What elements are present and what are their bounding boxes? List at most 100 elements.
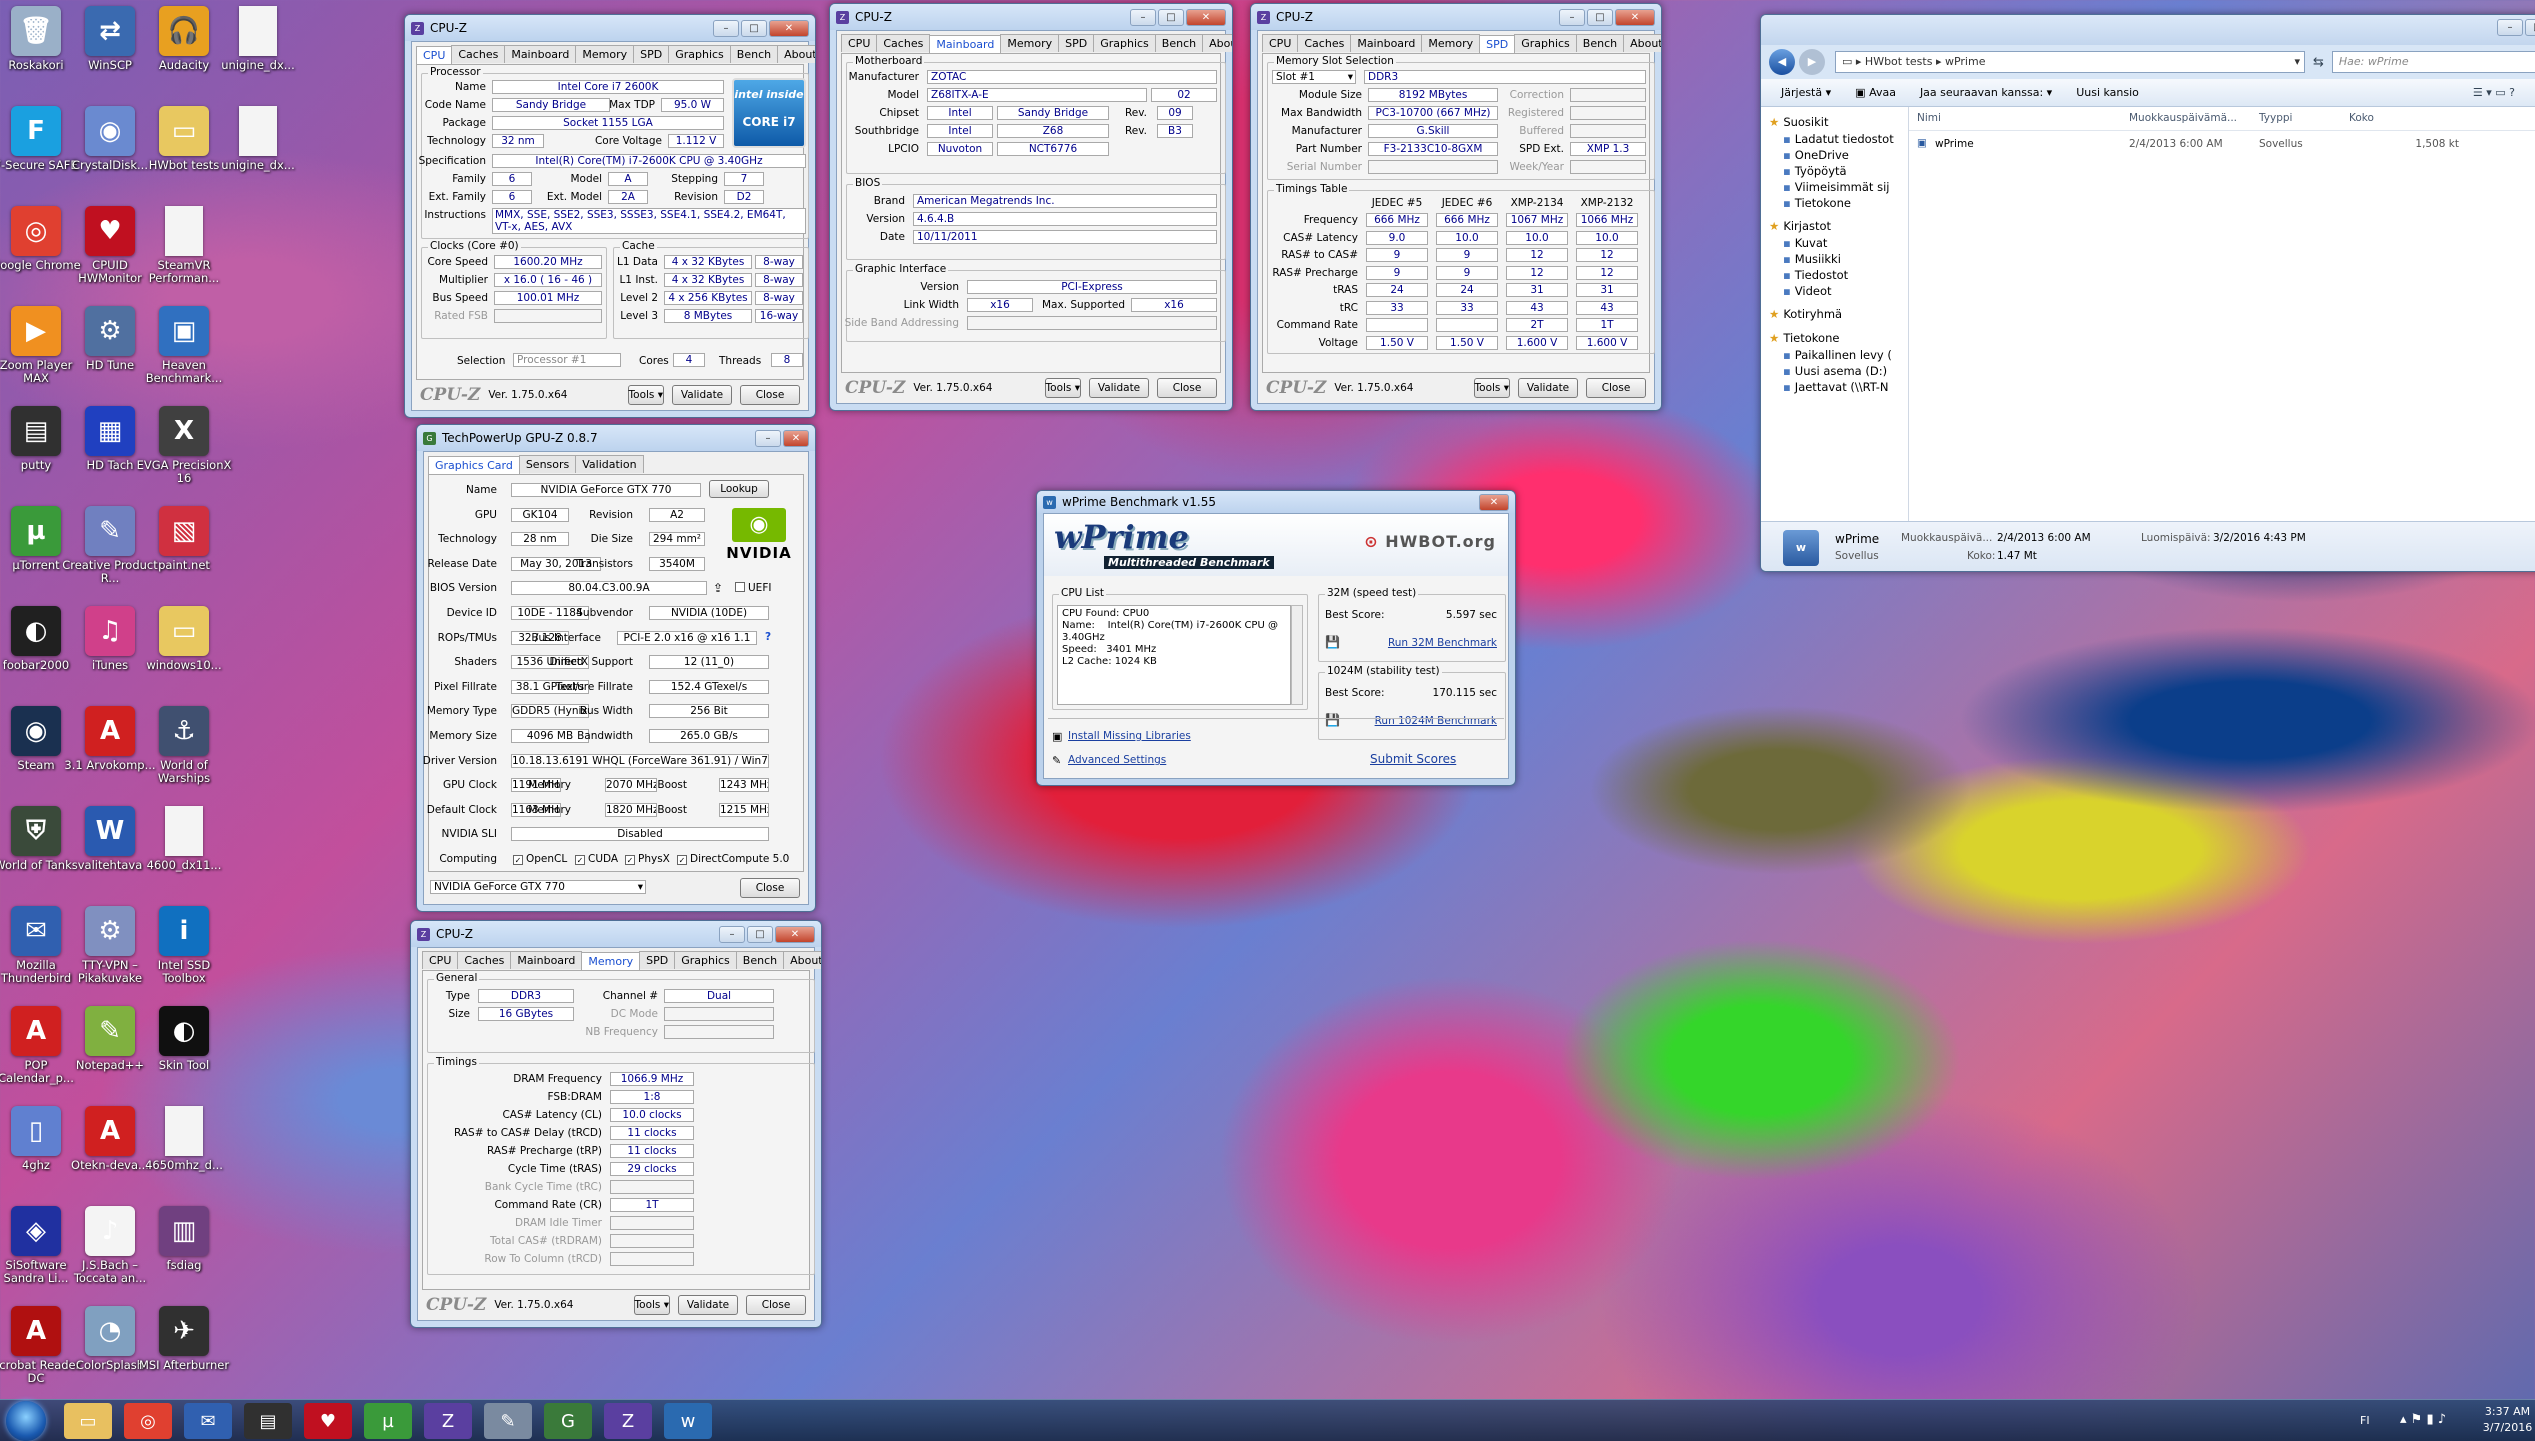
taskbar-hwmonitor-icon[interactable]: ♥ <box>304 1403 352 1439</box>
tab-bar[interactable]: CPU Caches Mainboard Memory SPD Graphics Bench… <box>418 948 821 970</box>
tab-spd[interactable]: SPD <box>1479 35 1516 53</box>
tab-bar[interactable]: CPU Caches Mainboard Memory SPD Graphics Bench… <box>1258 31 1661 53</box>
taskbar-putty-icon[interactable]: ▤ <box>244 1403 292 1439</box>
gpuz-window[interactable]: G TechPowerUp GPU-Z 0.8.7 – ✕ Graphics Car… <box>416 424 816 912</box>
nav-item-kirjastot[interactable]: ★ Kirjastot <box>1761 211 1908 235</box>
advanced-settings-link[interactable]: Advanced Settings <box>1068 754 1166 766</box>
desktop-icon[interactable]: i Intel SSD Toolbox <box>136 902 232 998</box>
desktop-icon[interactable]: ✈ MSI Afterburner <box>136 1302 232 1398</box>
tab-mainboard[interactable]: Mainboard <box>929 35 1002 53</box>
run-1024m-link[interactable]: Run 1024M Benchmark <box>1375 715 1497 727</box>
minimize-button[interactable]: – <box>1130 8 1156 26</box>
tab-spd[interactable]: SPD <box>1058 34 1095 52</box>
titlebar[interactable]: Z CPU-Z – □ ✕ <box>1251 4 1661 30</box>
desktop-icon[interactable]: unigine_dx... <box>210 2 306 98</box>
tab-about[interactable]: About <box>783 951 821 969</box>
checkbox[interactable] <box>735 582 745 593</box>
nav-item-uusi-asema-d[interactable]: ▪ Uusi asema (D:) <box>1761 363 1908 379</box>
explorer-titlebar[interactable]: –□ <box>1761 15 2535 45</box>
desktop-icon[interactable]: 4650mhz_d... <box>136 1102 232 1198</box>
tools-button[interactable]: Tools ▾ <box>633 1295 670 1315</box>
validate-button[interactable]: Validate <box>1089 378 1149 398</box>
maximize-button[interactable]: □ <box>2525 19 2535 36</box>
tab-mainboard[interactable]: Mainboard <box>510 951 583 969</box>
minimize-button[interactable]: – <box>2497 19 2523 36</box>
language-indicator[interactable]: FI <box>2360 1414 2370 1427</box>
tab-cpu[interactable]: CPU <box>1262 34 1299 52</box>
tab-graphics[interactable]: Graphics <box>668 45 731 63</box>
tab-cpu[interactable]: CPU <box>416 46 453 64</box>
desktop-icon[interactable]: ▣ Heaven Benchmark... <box>136 302 232 398</box>
cpuz-cpu-window[interactable]: Z CPU-Z – □ ✕ CPU Caches Mainboard Memory SPD Gr… <box>404 14 816 418</box>
open-button[interactable]: ▣ Avaa <box>1855 86 1896 99</box>
forward-button[interactable]: ▶ <box>1799 49 1825 75</box>
maximize-button[interactable]: □ <box>1158 8 1184 26</box>
search-input[interactable]: Hae: wPrime <box>2331 51 2535 73</box>
cpu-list-box[interactable]: CPU Found: CPU0 Name: Intel(R) Core(TM) i… <box>1057 605 1291 705</box>
chevron-down-icon[interactable]: ▾ <box>2294 52 2300 72</box>
titlebar[interactable]: Z CPU-Z – □ ✕ <box>830 4 1232 30</box>
save-icon[interactable]: 💾 <box>1325 713 1340 727</box>
gpu-select[interactable]: NVIDIA GeForce GTX 770 ▾ <box>430 880 646 894</box>
tab-caches[interactable]: Caches <box>876 34 931 52</box>
tools-button[interactable]: Tools ▾ <box>627 385 664 405</box>
close-window-button[interactable]: ✕ <box>775 925 815 943</box>
tab-graphics[interactable]: Graphics <box>1093 34 1156 52</box>
scrollbar[interactable] <box>1291 605 1303 705</box>
submit-scores-link[interactable]: Submit Scores <box>1370 752 1456 766</box>
close-button[interactable]: Close <box>1157 378 1217 398</box>
tab-bar[interactable]: CPU Caches Mainboard Memory SPD Graphics Bench… <box>412 42 815 64</box>
column-header[interactable]: Muokkauspäivämä... <box>2129 112 2237 124</box>
close-button[interactable]: Close <box>746 1295 806 1315</box>
wprime-window[interactable]: w wPrime Benchmark v1.55 ✕ wPrime Multith… <box>1036 490 1516 786</box>
tab-bar[interactable]: CPU Caches Mainboard Memory SPD Graphics Bench… <box>837 31 1232 53</box>
close-button[interactable]: Close <box>1586 378 1646 398</box>
titlebar[interactable]: Z CPU-Z – □ ✕ <box>411 921 821 947</box>
nav-item-ladatut-tiedostot[interactable]: ▪ Ladatut tiedostot <box>1761 131 1908 147</box>
close-button[interactable]: Close <box>740 385 800 405</box>
breadcrumb-item[interactable]: HWbot tests <box>1865 55 1933 68</box>
tab-graphics[interactable]: Graphics <box>674 951 737 969</box>
desktop-icon[interactable]: ▥ fsdiag <box>136 1202 232 1298</box>
close-window-button[interactable]: ✕ <box>1186 8 1226 26</box>
nav-item-videot[interactable]: ▪ Videot <box>1761 283 1908 299</box>
nav-item-tietokone[interactable]: ▪ Tietokone <box>1761 195 1908 211</box>
tab-memory[interactable]: Memory <box>575 45 635 63</box>
desktop-icon[interactable]: 4600_dx11... <box>136 802 232 898</box>
tab-sensors[interactable]: Sensors <box>518 455 577 473</box>
column-header[interactable]: Koko <box>2349 112 2374 124</box>
taskbar-cpuz2-icon[interactable]: Z <box>604 1403 652 1439</box>
view-options-icon[interactable]: ☰ ▾ ▭ ? <box>2473 86 2515 99</box>
nav-item-ty-p-yt[interactable]: ▪ Työpöytä <box>1761 163 1908 179</box>
taskbar-explorer-icon[interactable]: ▭ <box>64 1403 112 1439</box>
taskbar-chrome-icon[interactable]: ◎ <box>124 1403 172 1439</box>
desktop-icon[interactable]: ◐ Skin Tool <box>136 1002 232 1098</box>
tab-graphics-card[interactable]: Graphics Card <box>428 456 520 474</box>
minimize-button[interactable]: – <box>713 19 739 37</box>
tab-memory[interactable]: Memory <box>1421 34 1481 52</box>
new-folder-button[interactable]: Uusi kansio <box>2076 86 2139 99</box>
install-libraries-link[interactable]: Install Missing Libraries <box>1068 730 1191 742</box>
column-header[interactable]: Nimi <box>1917 112 1941 124</box>
nav-item-musiikki[interactable]: ▪ Musiikki <box>1761 251 1908 267</box>
validate-button[interactable]: Validate <box>678 1295 738 1315</box>
taskbar-utorrent-icon[interactable]: µ <box>364 1403 412 1439</box>
tab-bench[interactable]: Bench <box>1575 34 1625 52</box>
back-button[interactable]: ◀ <box>1769 49 1795 75</box>
tab-caches[interactable]: Caches <box>451 45 506 63</box>
cpuz-memory-window[interactable]: Z CPU-Z – □ ✕ CPU Caches Mainboard Memory SPD Gr… <box>410 920 822 1328</box>
run-32m-link[interactable]: Run 32M Benchmark <box>1388 637 1497 649</box>
close-button[interactable]: Close <box>740 878 800 898</box>
tools-button[interactable]: Tools ▾ <box>1473 378 1510 398</box>
desktop-icon[interactable]: unigine_dx... <box>210 102 306 198</box>
nav-item-kotiryhm[interactable]: ★ Kotiryhmä <box>1761 299 1908 323</box>
tab-caches[interactable]: Caches <box>1297 34 1352 52</box>
close-window-button[interactable]: ✕ <box>769 19 809 37</box>
taskbar-gpuz-icon[interactable]: G <box>544 1403 592 1439</box>
tab-bench[interactable]: Bench <box>735 951 785 969</box>
tab-spd[interactable]: SPD <box>639 951 676 969</box>
maximize-button[interactable]: □ <box>741 19 767 37</box>
minimize-button[interactable]: – <box>1559 8 1585 26</box>
tab-about[interactable]: About <box>1623 34 1661 52</box>
validate-button[interactable]: Validate <box>1518 378 1578 398</box>
